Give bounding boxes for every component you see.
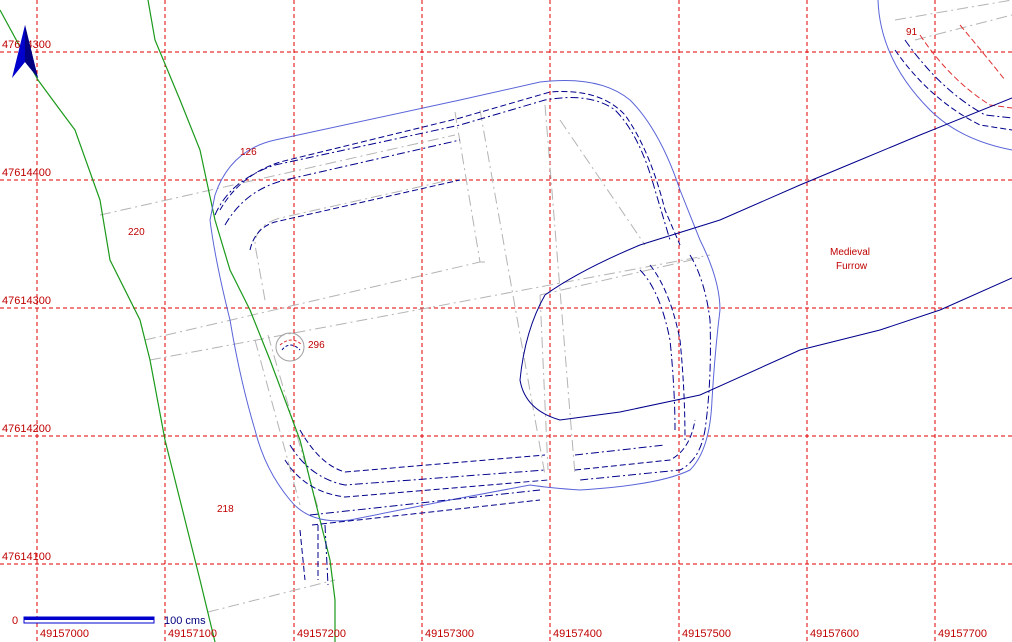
feature-label-furrow-line2: Furrow <box>836 261 868 272</box>
medieval-furrow-lines <box>519 97 1012 421</box>
feature-label-furrow-line1: Medieval <box>830 247 870 258</box>
feature-label-296: 296 <box>308 340 325 351</box>
x-label-8: 49157700 <box>938 628 987 640</box>
grid-lines <box>0 0 1012 642</box>
y-label-2: 47614400 <box>2 167 51 179</box>
scale-bar-fill <box>24 617 154 620</box>
trench-lines <box>214 24 1012 586</box>
x-label-6: 49157500 <box>682 628 731 640</box>
y-label-4: 47614200 <box>2 423 51 435</box>
site-plan-map: 126 220 296 218 91 Medieval Furrow 47614… <box>0 0 1012 642</box>
x-label-5: 49157400 <box>553 628 602 640</box>
feature-296-cut <box>275 332 305 362</box>
y-coordinate-labels: 47614300 47614400 47614300 47614200 4761… <box>2 39 51 563</box>
y-label-5: 47614100 <box>2 551 51 563</box>
feature-label-91: 91 <box>906 27 918 38</box>
x-label-1: 49157000 <box>40 628 89 640</box>
x-label-3: 49157200 <box>297 628 346 640</box>
scale-bar: 0 100 cms <box>12 615 206 627</box>
ring-ditch-outline <box>209 0 1012 522</box>
scale-bar-end-label: 100 cms <box>164 615 206 627</box>
feature-label-218: 218 <box>217 504 234 515</box>
boundary-lines <box>0 0 336 642</box>
x-label-4: 49157300 <box>425 628 474 640</box>
x-label-2: 49157100 <box>168 628 217 640</box>
feature-label-220: 220 <box>128 227 145 238</box>
x-label-7: 49157600 <box>810 628 859 640</box>
feature-label-126: 126 <box>240 147 257 158</box>
scale-bar-start-label: 0 <box>12 615 18 627</box>
y-label-3: 47614300 <box>2 295 51 307</box>
x-coordinate-labels: 49157000 49157100 49157200 49157300 4915… <box>40 628 987 640</box>
